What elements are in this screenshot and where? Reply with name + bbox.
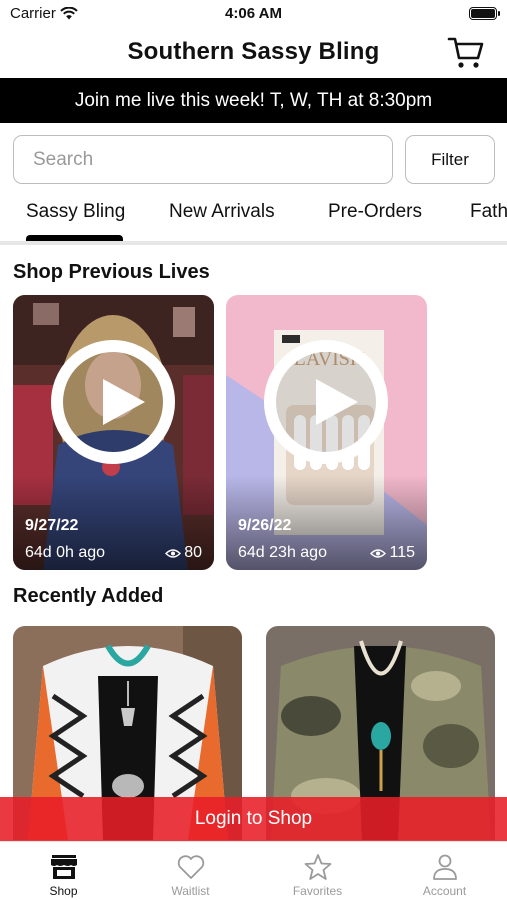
app-header: Southern Sassy Bling xyxy=(0,30,507,78)
live-time-ago: 64d 0h ago xyxy=(25,544,106,561)
live-video-card[interactable]: LAVISH 9/26/22 64d 23h ago 115 xyxy=(226,295,427,570)
category-tabs: Sassy Bling New Arrivals Pre-Orders Fath xyxy=(0,195,507,245)
tabbar-item-account[interactable]: Account xyxy=(381,842,507,900)
page-title: Southern Sassy Bling xyxy=(127,38,380,65)
tab-pre-orders[interactable]: Pre-Orders xyxy=(328,201,422,223)
storefront-icon xyxy=(50,855,77,879)
cart-button[interactable] xyxy=(447,36,485,70)
filter-button[interactable]: Filter xyxy=(405,135,495,184)
live-date: 9/26/22 xyxy=(238,517,292,534)
banner-text: Join me live this week! T, W, TH at 8:30… xyxy=(74,89,433,111)
previous-lives-title: Shop Previous Lives xyxy=(13,261,210,283)
live-time-ago: 64d 23h ago xyxy=(238,544,327,561)
live-schedule-banner: Join me live this week! T, W, TH at 8:30… xyxy=(0,78,507,123)
status-bar: Carrier 4:06 AM xyxy=(0,0,507,30)
search-row: Filter xyxy=(0,135,507,185)
live-view-count: 115 xyxy=(370,544,415,562)
live-date: 9/27/22 xyxy=(25,517,79,534)
view-count-value: 115 xyxy=(389,544,415,561)
tabbar-label: Favorites xyxy=(292,884,343,898)
play-icon[interactable] xyxy=(51,340,175,464)
play-icon[interactable] xyxy=(264,340,388,464)
search-input[interactable] xyxy=(13,135,393,184)
tabbar-label: Account xyxy=(422,884,467,898)
star-icon xyxy=(304,854,331,880)
tab-fathers-day[interactable]: Fath xyxy=(470,201,507,223)
bottom-tab-bar: Shop Waitlist Favorites Account xyxy=(0,841,507,900)
tabbar-item-favorites[interactable]: Favorites xyxy=(254,842,381,900)
person-icon xyxy=(432,854,457,880)
eye-icon xyxy=(165,548,182,558)
tabbar-item-waitlist[interactable]: Waitlist xyxy=(127,842,254,900)
status-time: 4:06 AM xyxy=(225,5,282,22)
recently-added-title: Recently Added xyxy=(13,585,164,607)
tabbar-label: Shop xyxy=(49,884,78,898)
live-video-card[interactable]: 9/27/22 64d 0h ago 80 xyxy=(13,295,214,570)
login-to-shop-button[interactable]: Login to Shop xyxy=(0,797,507,841)
cart-icon xyxy=(447,37,484,68)
heart-icon xyxy=(177,855,204,879)
eye-icon xyxy=(370,548,387,558)
tab-sassy-bling[interactable]: Sassy Bling xyxy=(26,201,125,223)
battery-icon xyxy=(469,7,500,20)
active-tab-indicator xyxy=(26,235,123,241)
view-count-value: 80 xyxy=(184,544,202,561)
tab-new-arrivals[interactable]: New Arrivals xyxy=(169,201,275,223)
tabbar-item-shop[interactable]: Shop xyxy=(0,842,127,900)
tabbar-label: Waitlist xyxy=(171,884,210,898)
live-view-count: 80 xyxy=(165,544,202,562)
